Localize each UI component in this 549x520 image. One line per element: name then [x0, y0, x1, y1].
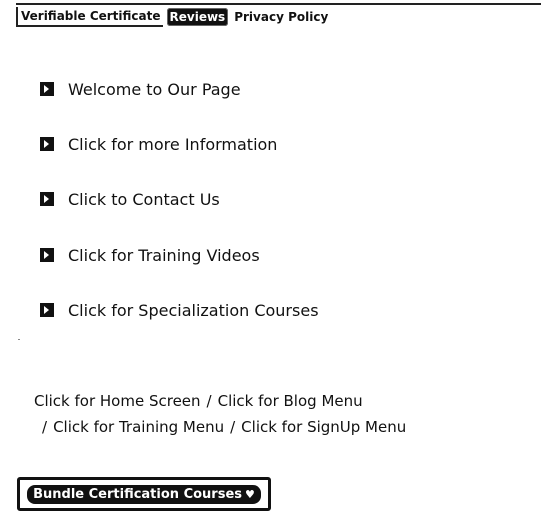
heart-icon: ♥ [245, 487, 255, 501]
footer-links: Click for Home Screen / Click for Blog Men… [34, 388, 406, 440]
arrow-bullet-icon [40, 248, 54, 262]
footer-separator: / [42, 418, 48, 436]
footer-link-blog-menu[interactable]: Click for Blog Menu [218, 392, 363, 410]
bundle-button-label: Bundle Certification Courses [33, 486, 242, 502]
footer-line-1: Click for Home Screen / Click for Blog Men… [34, 388, 406, 414]
footer-separator: / [206, 392, 212, 410]
footer-link-signup-menu[interactable]: Click for SignUp Menu [241, 418, 406, 436]
menu-item-more-information[interactable]: Click for more Information [40, 132, 277, 156]
footer-link-training-menu[interactable]: Click for Training Menu [53, 418, 224, 436]
footer-line-2: / Click for Training Menu / Click for SignU… [34, 414, 406, 440]
bundle-certification-button[interactable]: Bundle Certification Courses ♥ [17, 477, 271, 511]
menu-item-label: Click for Training Videos [68, 245, 260, 265]
menu-item-training-videos[interactable]: Click for Training Videos [40, 243, 260, 267]
arrow-bullet-icon [40, 137, 54, 151]
menu-item-specialization-courses[interactable]: Click for Specialization Courses [40, 298, 319, 322]
top-nav: Verifiable Certificate Reviews Privacy P… [16, 7, 330, 27]
menu-item-label: Welcome to Our Page [68, 79, 241, 99]
menu-item-label: Click for more Information [68, 134, 278, 154]
menu-item-contact-us[interactable]: Click to Contact Us [40, 187, 220, 211]
menu-item-label: Click to Contact Us [68, 189, 220, 209]
tab-verifiable-certificate[interactable]: Verifiable Certificate [16, 7, 163, 27]
menu-item-welcome[interactable]: Welcome to Our Page [40, 77, 241, 101]
menu-item-label: Click for Specialization Courses [68, 300, 319, 320]
tab-reviews[interactable]: Reviews [166, 8, 229, 26]
footer-separator: / [230, 418, 236, 436]
decorative-dot [18, 339, 20, 340]
arrow-bullet-icon [40, 192, 54, 206]
arrow-bullet-icon [40, 303, 54, 317]
top-divider [16, 3, 541, 5]
arrow-bullet-icon [40, 82, 54, 96]
tab-privacy-policy[interactable]: Privacy Policy [232, 8, 330, 26]
bundle-button-inner: Bundle Certification Courses ♥ [27, 484, 261, 504]
footer-link-home-screen[interactable]: Click for Home Screen [34, 392, 201, 410]
